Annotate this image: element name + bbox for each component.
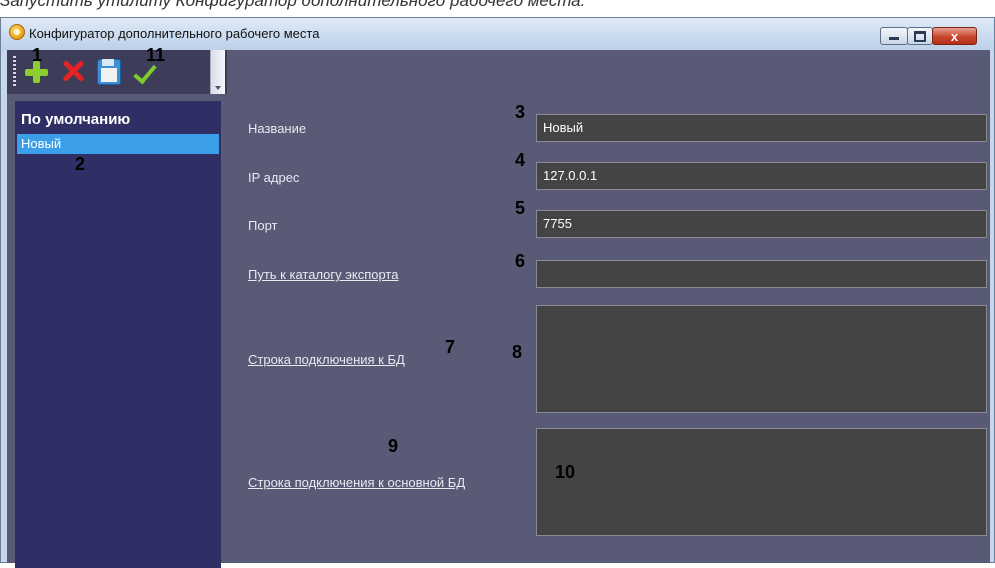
workstation-list: По умолчанию Новый [15, 101, 221, 568]
toolbar-grip[interactable] [13, 56, 16, 88]
callout-6: 6 [515, 251, 526, 271]
callout-9: 9 [388, 436, 399, 456]
window-title: Конфигуратор дополнительного рабочего ме… [29, 26, 320, 41]
main-db-connection-field[interactable] [536, 428, 987, 536]
callout-5: 5 [515, 198, 526, 218]
callout-3: 3 [515, 102, 526, 122]
name-label: Название [248, 121, 307, 136]
callout-4: 4 [515, 150, 526, 170]
db-connection-link[interactable]: Строка подключения к БД [248, 352, 405, 367]
main-db-connection-link[interactable]: Строка подключения к основной БД [248, 475, 465, 490]
close-icon: x [950, 28, 959, 44]
list-header-default[interactable]: По умолчанию [21, 111, 130, 128]
delete-icon[interactable] [57, 56, 87, 86]
name-field[interactable]: Новый [536, 114, 987, 142]
maximize-icon [914, 30, 926, 42]
port-field[interactable]: 7755 [536, 210, 987, 238]
ip-field[interactable]: 127.0.0.1 [536, 162, 987, 190]
save-icon-shutter [102, 59, 114, 66]
minimize-button[interactable] [880, 27, 908, 45]
minimize-icon [889, 37, 899, 40]
callout-7: 7 [445, 337, 456, 357]
save-icon-label [101, 68, 117, 82]
app-gear-icon [9, 24, 25, 40]
client-area: По умолчанию Новый Название Новый IP адр… [7, 50, 990, 568]
export-path-link[interactable]: Путь к каталогу экспорта [248, 267, 398, 282]
ip-label: IP адрес [248, 170, 300, 185]
db-connection-field[interactable] [536, 305, 987, 413]
callout-1: 1 [32, 45, 43, 65]
app-window: Конфигуратор дополнительного рабочего ме… [0, 17, 995, 568]
callout-2: 2 [75, 154, 86, 174]
callout-8: 8 [512, 342, 523, 362]
port-label: Порт [248, 218, 278, 233]
close-button[interactable]: x [932, 27, 977, 45]
callout-10: 10 [555, 462, 576, 482]
toolbar-overflow-button[interactable] [210, 50, 225, 94]
save-icon[interactable] [93, 56, 123, 86]
maximize-button[interactable] [907, 27, 933, 45]
callout-11: 11 [146, 45, 166, 65]
page-caption: Запустить утилиту Конфигуратор дополните… [0, 0, 586, 10]
export-path-field[interactable] [536, 260, 987, 288]
list-item-selected[interactable]: Новый [17, 134, 219, 154]
